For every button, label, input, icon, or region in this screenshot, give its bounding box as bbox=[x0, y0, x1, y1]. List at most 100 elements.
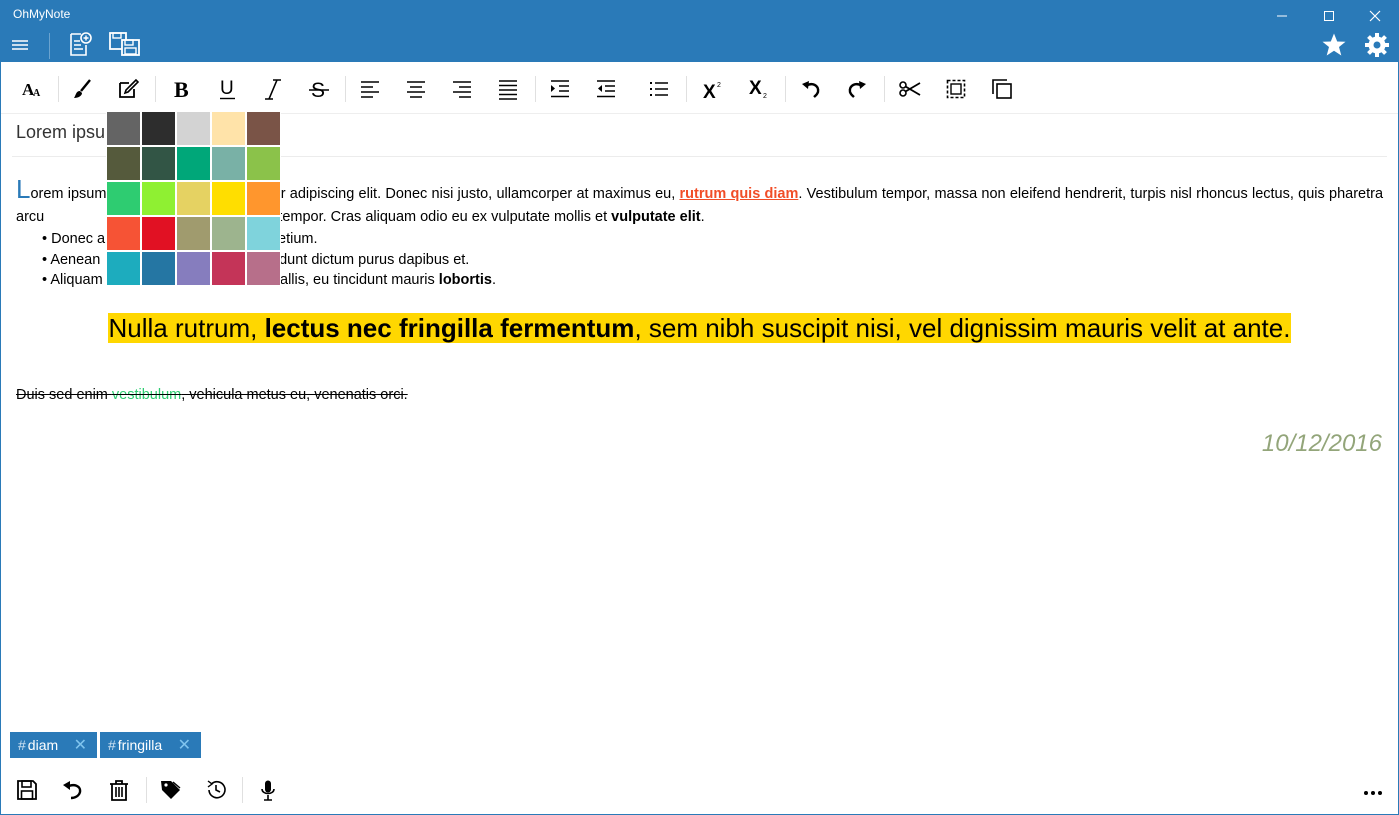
italic-button[interactable] bbox=[258, 76, 288, 102]
gear-icon bbox=[1365, 33, 1389, 57]
highlighted-paragraph[interactable]: Nulla rutrum, lectus nec fringilla ferme… bbox=[0, 313, 1399, 344]
bold-button[interactable]: B bbox=[167, 76, 197, 102]
delete-button[interactable] bbox=[105, 777, 133, 803]
color-swatch[interactable] bbox=[246, 146, 281, 181]
microphone-icon bbox=[261, 780, 275, 801]
color-swatch[interactable] bbox=[141, 216, 176, 251]
color-swatch[interactable] bbox=[141, 181, 176, 216]
align-left-icon bbox=[361, 81, 379, 98]
hash-symbol: # bbox=[18, 737, 26, 753]
revert-button[interactable] bbox=[59, 777, 87, 803]
hash-symbol: # bbox=[108, 737, 116, 753]
align-right-button[interactable] bbox=[447, 76, 477, 102]
color-swatch[interactable] bbox=[246, 216, 281, 251]
favorite-button[interactable] bbox=[1320, 32, 1348, 58]
color-swatch[interactable] bbox=[106, 146, 141, 181]
text-run: , vehicula metus eu, venenatis orci. bbox=[181, 387, 408, 403]
color-swatch[interactable] bbox=[106, 251, 141, 286]
svg-text:U: U bbox=[220, 78, 234, 99]
select-all-icon bbox=[946, 79, 966, 99]
cut-button[interactable] bbox=[895, 76, 925, 102]
align-left-button[interactable] bbox=[355, 76, 385, 102]
text-run: . bbox=[700, 209, 705, 225]
toolbar-divider bbox=[785, 76, 786, 102]
font-size-icon: A A bbox=[22, 80, 41, 99]
bulleted-list-icon bbox=[650, 82, 668, 96]
superscript-icon: X 2 bbox=[703, 82, 721, 100]
color-swatch[interactable] bbox=[176, 181, 211, 216]
new-note-icon bbox=[70, 32, 92, 56]
voice-input-button[interactable] bbox=[254, 777, 282, 803]
color-swatch[interactable] bbox=[106, 111, 141, 146]
color-swatch[interactable] bbox=[176, 146, 211, 181]
tag-icon bbox=[161, 781, 181, 799]
align-center-button[interactable] bbox=[401, 76, 431, 102]
remove-tag-icon[interactable]: ✕ bbox=[178, 735, 191, 755]
maximize-button[interactable] bbox=[1306, 0, 1352, 32]
color-swatch[interactable] bbox=[106, 216, 141, 251]
brush-button[interactable] bbox=[67, 76, 97, 102]
color-swatch[interactable] bbox=[246, 111, 281, 146]
minimize-button[interactable] bbox=[1259, 0, 1305, 32]
indent-increase-button[interactable] bbox=[545, 76, 575, 102]
align-justify-button[interactable] bbox=[493, 76, 523, 102]
note-link[interactable]: rutrum quis diam bbox=[679, 186, 798, 202]
close-button[interactable] bbox=[1352, 0, 1398, 32]
color-swatch[interactable] bbox=[176, 216, 211, 251]
settings-button[interactable] bbox=[1363, 32, 1391, 58]
color-swatch[interactable] bbox=[176, 111, 211, 146]
superscript-button[interactable]: X 2 bbox=[698, 76, 728, 102]
delete-icon bbox=[110, 780, 128, 801]
bold-icon: B bbox=[174, 78, 189, 100]
color-swatch[interactable] bbox=[141, 251, 176, 286]
bottom-command-bar bbox=[1, 765, 1398, 813]
color-swatch[interactable] bbox=[211, 251, 246, 286]
font-size-button[interactable]: A A bbox=[17, 76, 47, 102]
tag-chip-diam[interactable]: # diam ✕ bbox=[10, 732, 97, 758]
save-as-icon bbox=[109, 32, 140, 56]
color-swatch[interactable] bbox=[141, 111, 176, 146]
more-options-button[interactable] bbox=[1359, 777, 1387, 803]
underline-button[interactable]: U bbox=[213, 76, 243, 102]
strikethrough-paragraph[interactable]: Duis sed enim vestibulum, vehicula metus… bbox=[16, 387, 408, 403]
undo-button[interactable] bbox=[796, 76, 826, 102]
toolbar-divider bbox=[58, 76, 59, 102]
add-tag-button[interactable] bbox=[156, 777, 184, 803]
maximize-icon bbox=[1324, 11, 1334, 21]
strikethrough-button[interactable]: S bbox=[304, 76, 334, 102]
app-title: OhMyNote bbox=[13, 7, 71, 21]
color-swatch[interactable] bbox=[211, 181, 246, 216]
color-swatch[interactable] bbox=[106, 181, 141, 216]
highlight-pen-button[interactable] bbox=[113, 76, 143, 102]
tag-label: fringilla bbox=[117, 737, 163, 753]
toolbar-divider bbox=[884, 76, 885, 102]
bulleted-list-button[interactable] bbox=[644, 76, 674, 102]
copy-button[interactable] bbox=[987, 76, 1017, 102]
note-title[interactable]: Lorem ipsum bbox=[16, 122, 120, 143]
new-note-button[interactable] bbox=[66, 30, 94, 58]
redo-button[interactable] bbox=[842, 76, 872, 102]
indent-decrease-icon bbox=[597, 80, 615, 98]
more-icon bbox=[1364, 791, 1382, 795]
bottom-divider bbox=[242, 777, 243, 803]
color-swatch[interactable] bbox=[211, 216, 246, 251]
select-all-button[interactable] bbox=[941, 76, 971, 102]
minimize-icon bbox=[1277, 15, 1287, 17]
align-right-icon bbox=[453, 81, 471, 98]
drop-cap: L bbox=[16, 174, 31, 204]
history-button[interactable] bbox=[202, 777, 230, 803]
color-swatch[interactable] bbox=[246, 251, 281, 286]
remove-tag-icon[interactable]: ✕ bbox=[74, 735, 87, 755]
subscript-button[interactable]: X 2 bbox=[744, 76, 774, 102]
hamburger-menu-button[interactable] bbox=[10, 36, 30, 54]
tag-label: diam bbox=[27, 737, 59, 753]
tag-chip-fringilla[interactable]: # fringilla ✕ bbox=[100, 732, 201, 758]
color-swatch[interactable] bbox=[246, 181, 281, 216]
color-swatch[interactable] bbox=[211, 111, 246, 146]
save-button[interactable] bbox=[13, 777, 41, 803]
save-as-button[interactable] bbox=[108, 30, 142, 58]
indent-decrease-button[interactable] bbox=[591, 76, 621, 102]
color-swatch[interactable] bbox=[141, 146, 176, 181]
color-swatch[interactable] bbox=[176, 251, 211, 286]
color-swatch[interactable] bbox=[211, 146, 246, 181]
